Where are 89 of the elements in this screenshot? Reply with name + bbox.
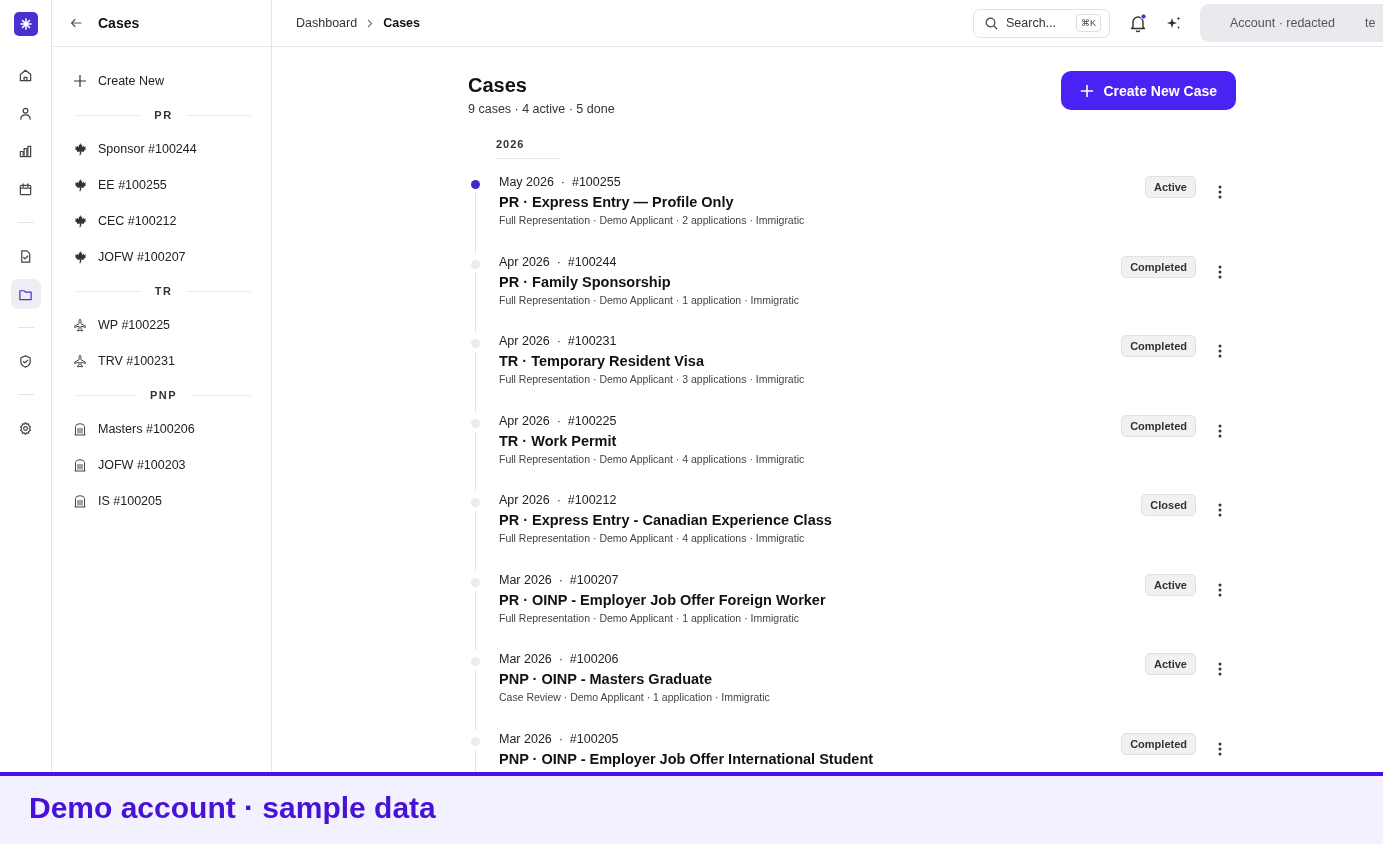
maple-leaf-icon <box>73 214 87 228</box>
chevron-icon <box>367 18 374 28</box>
case-details: Full Representation · Demo Applicant · 4 applications · Immigratic <box>499 452 806 465</box>
breadcrumb-link[interactable]: Cases <box>383 16 420 30</box>
case-link[interactable]: CEC #100212 <box>72 203 177 239</box>
maple-leaf-icon <box>73 178 87 192</box>
plus-icon <box>73 74 87 88</box>
status-badge: Completed <box>1121 255 1196 278</box>
status-badge: Active <box>1144 653 1196 675</box>
case-link[interactable]: Masters #100206 <box>72 411 195 447</box>
case-link[interactable]: Sponsor #100244 <box>72 131 197 167</box>
case-title[interactable]: PNP · OINP - Employer Job Offer International Student <box>499 750 1122 767</box>
case-link[interactable]: TRV #100231 <box>72 343 175 379</box>
case-details: Full Representation · Demo Applicant · 2 applications · Immigratic <box>499 214 806 226</box>
status-badge: Completed <box>1121 732 1196 755</box>
airplane-icon <box>73 318 87 332</box>
sparkle-icon[interactable] <box>1166 15 1182 31</box>
case-date: Apr 2026 · #100244 <box>499 254 618 269</box>
status-badge: Active <box>1144 176 1196 198</box>
case-link[interactable]: JOFW #100207 <box>72 239 186 275</box>
calendar-icon <box>18 181 33 197</box>
account-text: te <box>1364 16 1376 30</box>
status-badge: Closed <box>1141 494 1196 516</box>
kebab-menu-icon <box>1218 582 1222 597</box>
case-date: Mar 2026 · #100206 <box>499 652 620 666</box>
status-badge: Active <box>1144 573 1196 596</box>
case-date: Mar 2026 · #100207 <box>499 572 620 587</box>
case-link[interactable]: EE #100255 <box>72 167 167 203</box>
building-icon <box>73 458 87 472</box>
case-title[interactable]: TR · Work Permit <box>499 432 1122 449</box>
case-title[interactable]: PR · Family Sponsorship <box>499 273 1122 290</box>
shortcut-hint: ⌘K <box>1076 14 1101 32</box>
bell-icon[interactable] <box>1128 13 1148 33</box>
account-pill[interactable]: Account · redacted te <box>1200 4 1383 42</box>
shield-icon <box>18 353 33 369</box>
case-date: Apr 2026 · #100212 <box>499 493 618 507</box>
status-badge: Completed <box>1121 414 1196 437</box>
case-title[interactable]: TR · Temporary Resident Visa <box>499 353 1122 369</box>
case-link[interactable]: IS #100205 <box>72 483 162 519</box>
banner-text: Demo account · sample data <box>29 791 436 825</box>
group-heading: PNP <box>149 389 178 401</box>
case-date: May 2026 · #100255 <box>499 175 622 189</box>
create-new-link[interactable]: Create New <box>72 63 164 99</box>
case-link[interactable]: WP #100225 <box>72 307 171 343</box>
maple-leaf-icon <box>73 142 87 156</box>
case-details: Full Representation · Demo Applicant · 4 applications · Immigratic <box>499 532 806 544</box>
kebab-menu-icon <box>1218 503 1222 517</box>
case-title[interactable]: PNP · OINP - Masters Graduate <box>499 671 1145 687</box>
person-icon <box>18 105 33 121</box>
app-logo[interactable] <box>13 12 38 36</box>
building-icon <box>73 494 87 508</box>
case-title[interactable]: PR · OINP - Employer Job Offer Foreign Worker <box>499 591 1145 608</box>
case-details: Full Representation · Demo Applicant · 3 applications · Immigratic <box>499 373 806 385</box>
case-link[interactable]: JOFW #100203 <box>72 447 186 483</box>
sidebar-title: Cases <box>98 15 140 31</box>
maple-leaf-icon <box>73 250 87 264</box>
back-arrow-icon[interactable] <box>70 18 82 28</box>
kebab-menu-icon <box>1218 423 1222 438</box>
search-icon <box>985 16 998 30</box>
plus-icon <box>1080 83 1095 98</box>
gear-icon <box>18 420 33 436</box>
case-details: Full Representation · Demo Applicant · 1 application · Immigratic <box>499 611 800 624</box>
chart-icon <box>18 143 33 159</box>
case-date: Apr 2026 · #100231 <box>499 334 618 348</box>
kebab-menu-icon <box>1218 662 1222 676</box>
building-icon <box>73 422 87 436</box>
kebab-menu-icon <box>1218 741 1222 756</box>
folder-nav-button[interactable] <box>10 279 41 309</box>
create-case-button[interactable]: Create New Case <box>1061 71 1236 110</box>
breadcrumb-link[interactable]: Dashboard <box>296 16 358 30</box>
case-details: Full Representation · Demo Applicant · 1 application · Immigratic <box>499 293 800 306</box>
case-details: Case Review · Demo Applicant · 1 application · Immigratic <box>499 691 771 703</box>
year-heading: 2026 <box>496 138 560 159</box>
status-badge: Completed <box>1121 335 1196 357</box>
document-icon <box>18 248 33 264</box>
group-heading: TR <box>154 285 173 297</box>
case-date: Apr 2026 · #100225 <box>499 413 618 428</box>
airplane-icon <box>73 354 87 368</box>
page-title: Cases <box>468 73 528 98</box>
group-heading: PR <box>154 109 173 121</box>
case-summary: 9 cases · 4 active · 5 done <box>468 102 615 116</box>
kebab-menu-icon <box>1218 185 1222 199</box>
kebab-menu-icon <box>1218 344 1222 358</box>
case-date: Mar 2026 · #100205 <box>499 731 620 746</box>
home-icon <box>18 67 33 83</box>
case-title[interactable]: PR · Express Entry — Profile Only <box>499 194 1145 210</box>
case-title[interactable]: PR · Express Entry - Canadian Experience Class <box>499 512 1142 528</box>
account-name: Account · redacted <box>1230 16 1335 30</box>
kebab-menu-icon <box>1218 264 1222 279</box>
